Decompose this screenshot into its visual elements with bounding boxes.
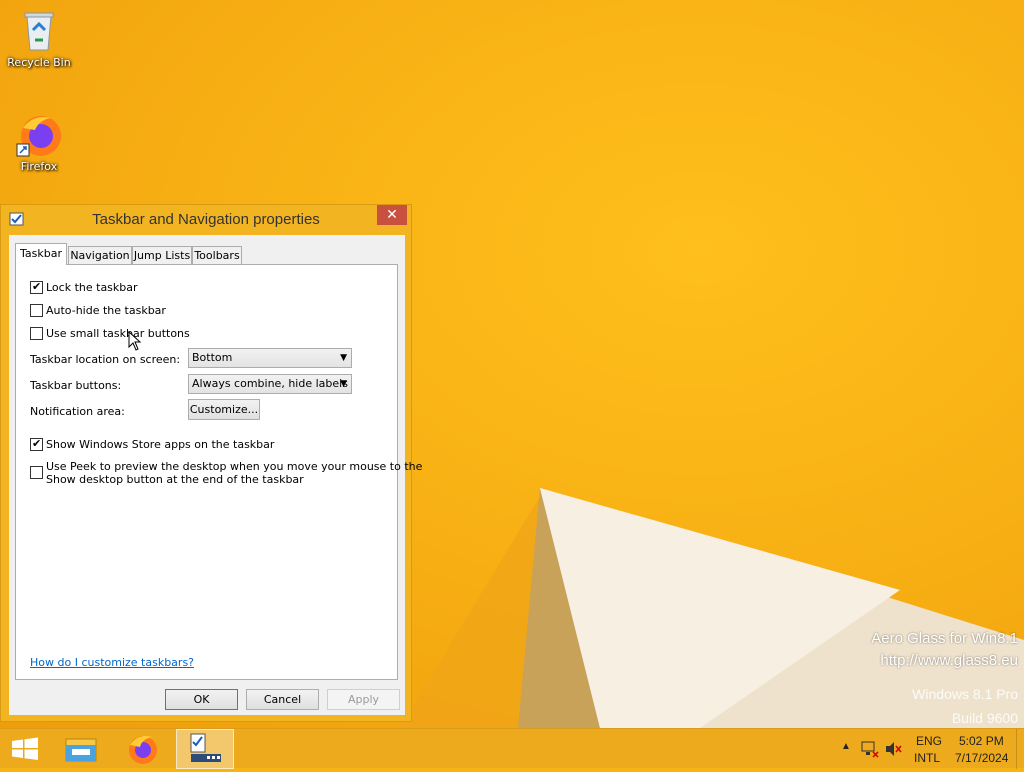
close-icon: ✕: [386, 207, 398, 223]
store-apps-label: Show Windows Store apps on the taskbar: [46, 438, 275, 451]
tab-taskbar[interactable]: Taskbar: [15, 243, 67, 265]
peek-checkbox[interactable]: [30, 466, 43, 479]
chevron-down-icon: ▼: [340, 379, 347, 389]
taskbar-tab-page: Lock the taskbar Auto-hide the taskbar U…: [15, 264, 422, 680]
taskbar: ▲ ENG INTL 5:02 PM 7/17/2024: [0, 728, 1024, 769]
firefox-desktop-icon[interactable]: Firefox: [1, 110, 77, 173]
taskbar-buttons-value: Always combine, hide labels: [192, 377, 348, 390]
small-buttons-label: Use small taskbar buttons: [46, 327, 190, 340]
small-buttons-checkbox[interactable]: [30, 327, 43, 340]
location-select[interactable]: Bottom ▼: [188, 348, 352, 368]
show-hidden-icons-chevron-icon[interactable]: ▲: [841, 741, 851, 752]
dialog-title: Taskbar and Navigation properties: [92, 211, 320, 228]
firefox-taskbar-button[interactable]: [118, 729, 168, 769]
lock-taskbar-checkbox[interactable]: [30, 280, 43, 294]
notification-area-label: Notification area:: [30, 405, 125, 418]
location-label: Taskbar location on screen:: [30, 353, 181, 366]
dialog-client-area: Taskbar Navigation Jump Lists Toolbars L…: [9, 235, 422, 715]
show-desktop-button[interactable]: [1016, 729, 1024, 769]
recycle-bin-desktop-icon[interactable]: Recycle Bin: [1, 6, 77, 69]
location-value: Bottom: [192, 351, 233, 364]
firefox-icon: [129, 736, 157, 764]
clock-date[interactable]: 7/17/2024: [955, 751, 1008, 765]
keyboard-layout-indicator[interactable]: INTL: [914, 751, 940, 765]
taskbar-buttons-select[interactable]: Always combine, hide labels ▼: [188, 374, 352, 394]
apply-button[interactable]: Apply: [327, 689, 400, 710]
firefox-label: Firefox: [20, 160, 58, 173]
taskbar-properties-dialog: Taskbar and Navigation properties ✕ Task…: [0, 204, 422, 722]
lock-taskbar-label: Lock the taskbar: [46, 281, 138, 294]
tab-jump-lists[interactable]: Jump Lists: [132, 246, 192, 264]
watermark-line-2: http://www.glass8.eu: [880, 652, 1018, 669]
store-apps-checkbox[interactable]: [30, 437, 43, 451]
customize-button[interactable]: Customize...: [188, 399, 260, 420]
volume-muted-icon[interactable]: [884, 740, 904, 758]
clock-time[interactable]: 5:02 PM: [959, 734, 1004, 748]
help-link[interactable]: How do I customize taskbars?: [30, 656, 194, 669]
recycle-bin-icon: [15, 6, 63, 54]
chevron-down-icon: ▼: [340, 353, 347, 363]
network-icon[interactable]: [860, 740, 880, 758]
start-button[interactable]: [0, 729, 50, 769]
firefox-icon: [15, 110, 63, 158]
tab-toolbars[interactable]: Toolbars: [192, 246, 242, 264]
peek-label-line-1: Use Peek to preview the desktop when you…: [46, 460, 423, 473]
autohide-checkbox[interactable]: [30, 304, 43, 317]
autohide-label: Auto-hide the taskbar: [46, 304, 166, 317]
file-explorer-icon: [65, 738, 97, 762]
watermark-build: Build 9600: [951, 710, 1018, 726]
file-explorer-button[interactable]: [56, 729, 106, 769]
taskbar-properties-taskbar-button[interactable]: [176, 729, 234, 769]
mouse-cursor: [128, 331, 142, 351]
watermark-edition: Windows 8.1 Pro: [912, 686, 1018, 702]
peek-label-line-2: Show desktop button at the end of the ta…: [46, 473, 304, 486]
watermark-line-1: Aero Glass for Win8.1: [871, 630, 1018, 647]
taskbar-properties-icon: [190, 733, 221, 762]
windows-logo-icon: [12, 737, 38, 760]
dialog-titlebar[interactable]: Taskbar and Navigation properties ✕: [1, 205, 411, 233]
tab-navigation[interactable]: Navigation: [68, 246, 132, 264]
ok-button[interactable]: OK: [165, 689, 238, 710]
taskbar-buttons-label: Taskbar buttons:: [30, 379, 122, 392]
language-indicator[interactable]: ENG: [916, 734, 942, 748]
cancel-button[interactable]: Cancel: [246, 689, 319, 710]
close-button[interactable]: ✕: [377, 205, 407, 225]
recycle-bin-label: Recycle Bin: [7, 56, 71, 69]
